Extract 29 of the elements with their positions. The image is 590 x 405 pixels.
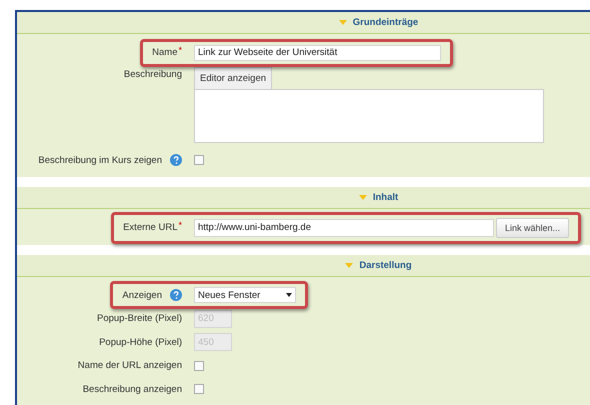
display-select[interactable]: Neues Fenster (194, 287, 296, 304)
name-field[interactable]: Link zur Webseite der Universität (194, 44, 441, 61)
field-label: Name der URL anzeigen (78, 360, 182, 372)
field-label: Beschreibung anzeigen (82, 384, 182, 395)
help-icon[interactable] (170, 154, 182, 166)
editor-tab[interactable]: Editor anzeigen (194, 66, 272, 88)
section-header[interactable]: Inhalt (17, 187, 590, 209)
help-icon[interactable] (170, 289, 182, 302)
url-field[interactable]: http://www.uni-bamberg.de (194, 218, 494, 237)
section-header[interactable]: Darstellung (17, 254, 590, 276)
required-mark: * (178, 220, 182, 230)
field-label: Popup-Breite (Pixel) (96, 313, 182, 324)
field-label: Externe URL (123, 222, 178, 234)
field-label: Beschreibung im Kurs zeigen (38, 154, 162, 166)
required-mark: * (178, 45, 182, 56)
choose-link-button[interactable]: Link wählen... (496, 218, 570, 238)
field-label: Name (152, 47, 178, 58)
checkbox[interactable] (194, 155, 204, 166)
section-title: Grundeinträge (352, 17, 418, 28)
field-label: Anzeigen (122, 290, 162, 301)
description-field[interactable] (194, 88, 544, 142)
field-label: Beschreibung (124, 68, 182, 80)
section-title: Inhalt (372, 192, 398, 203)
field-label: Popup-Höhe (Pixel) (99, 336, 182, 348)
section-header[interactable]: Grundeinträge (17, 12, 590, 34)
dropdown-caret-icon (286, 293, 292, 298)
checkbox[interactable] (194, 384, 204, 394)
checkbox[interactable] (194, 360, 204, 371)
section-title: Darstellung (359, 260, 412, 270)
